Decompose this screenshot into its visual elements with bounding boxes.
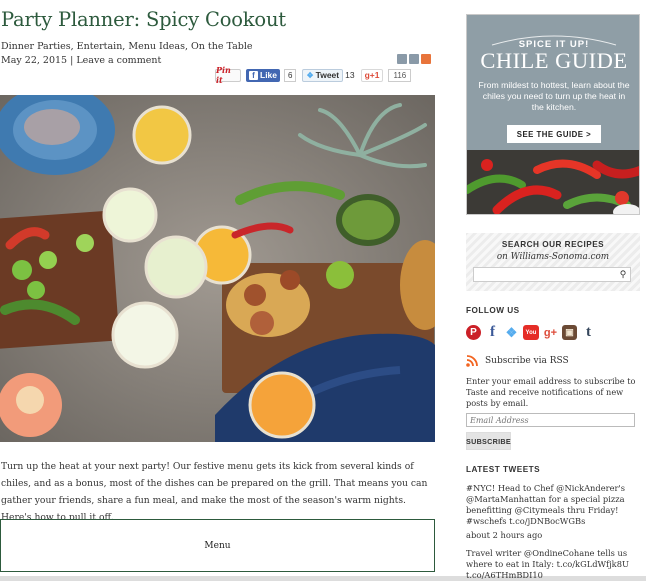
menu-accordion[interactable]: Menu [0,519,435,572]
tweet-time[interactable]: about 2 hours ago [466,530,640,541]
recipe-search-input[interactable] [473,267,631,282]
leave-comment-link[interactable]: Leave a comment [76,55,161,66]
hero-image [0,95,435,442]
ad-subtitle: From mildest to hottest, learn about the… [478,80,630,112]
subscribe-button[interactable]: SUBSCRIBE [466,432,511,450]
post-date: May 22, 2015 [1,55,68,66]
pinterest-icon[interactable]: P [466,325,481,340]
email-subscribe-text: Enter your email address to subscribe to… [466,376,636,408]
recipe-search-widget: SEARCH OUR RECIPES on Williams-Sonoma.co… [466,233,640,291]
tweet-label: Tweet [315,70,340,80]
google-plus-button[interactable]: g+1 [360,68,384,82]
instagram-icon[interactable]: ▣ [562,325,577,340]
tweet-item: Travel writer @OndineCohane tells us whe… [466,548,640,581]
tumblr-icon[interactable]: t [581,324,596,340]
rss-subscribe[interactable]: Subscribe via RSS [466,355,569,367]
facebook-icon: f [249,70,258,80]
search-icon[interactable]: ⚲ [616,268,630,281]
see-guide-button[interactable]: SEE THE GUIDE > [507,125,601,143]
facebook-icon[interactable]: f [485,324,500,340]
search-title: SEARCH OUR RECIPES [501,240,605,249]
share-bar: Pin it f Like 6 ❖ Tweet 13 g+1 116 [215,65,412,85]
email-field[interactable] [466,413,635,427]
tweet-count: 13 [345,70,355,80]
tweet-item: #NYC! Head to Chef @NickAnderer's @Marta… [466,483,640,541]
google-plus-count: 116 [388,68,412,82]
follow-us-heading: FOLLOW US [466,306,520,315]
pinit-button[interactable]: Pin it [215,65,241,85]
search-subtitle: on Williams-Sonoma.com [496,252,610,262]
tweet-text[interactable]: Travel writer @OndineCohane tells us whe… [466,548,640,581]
category-links[interactable]: Dinner Parties, Entertain, Menu Ideas, O… [1,41,253,52]
menu-label: Menu [204,540,231,551]
email-icon[interactable] [397,54,407,64]
ad-title: CHILE GUIDE [480,48,628,73]
chile-guide-ad[interactable]: SPICE IT UP! CHILE GUIDE From mildest to… [466,14,640,215]
tweet-text[interactable]: #NYC! Head to Chef @NickAnderer's @Marta… [466,483,640,527]
chile-peppers-photo [467,150,639,214]
facebook-like-button[interactable]: f Like [246,68,281,82]
share-plus-icon[interactable] [421,54,431,64]
print-icon[interactable] [409,54,419,64]
tweet-button[interactable]: ❖ Tweet [302,68,344,82]
post-body: Turn up the heat at your next party! Our… [1,461,428,523]
rss-icon [466,355,478,367]
post-title[interactable]: Party Planner: Spicy Cookout [1,8,286,31]
google-plus-icon[interactable]: g+ [543,325,558,340]
twitter-icon[interactable]: ❖ [504,325,519,340]
meta-separator: | [70,55,74,66]
twitter-bird-icon: ❖ [306,70,314,80]
youtube-icon[interactable]: You [523,325,539,340]
like-label: Like [260,70,278,80]
rss-label: Subscribe via RSS [485,356,569,366]
social-follow-icons: P f ❖ You g+ ▣ t [466,324,596,340]
post-meta: May 22, 2015 | Leave a comment [1,55,161,66]
post-tools [397,54,431,64]
spicy-cookout-photo [0,95,435,442]
post-categories: Dinner Parties, Entertain, Menu Ideas, O… [1,41,253,52]
like-count: 6 [284,68,297,82]
latest-tweets-heading: LATEST TWEETS [466,465,541,474]
